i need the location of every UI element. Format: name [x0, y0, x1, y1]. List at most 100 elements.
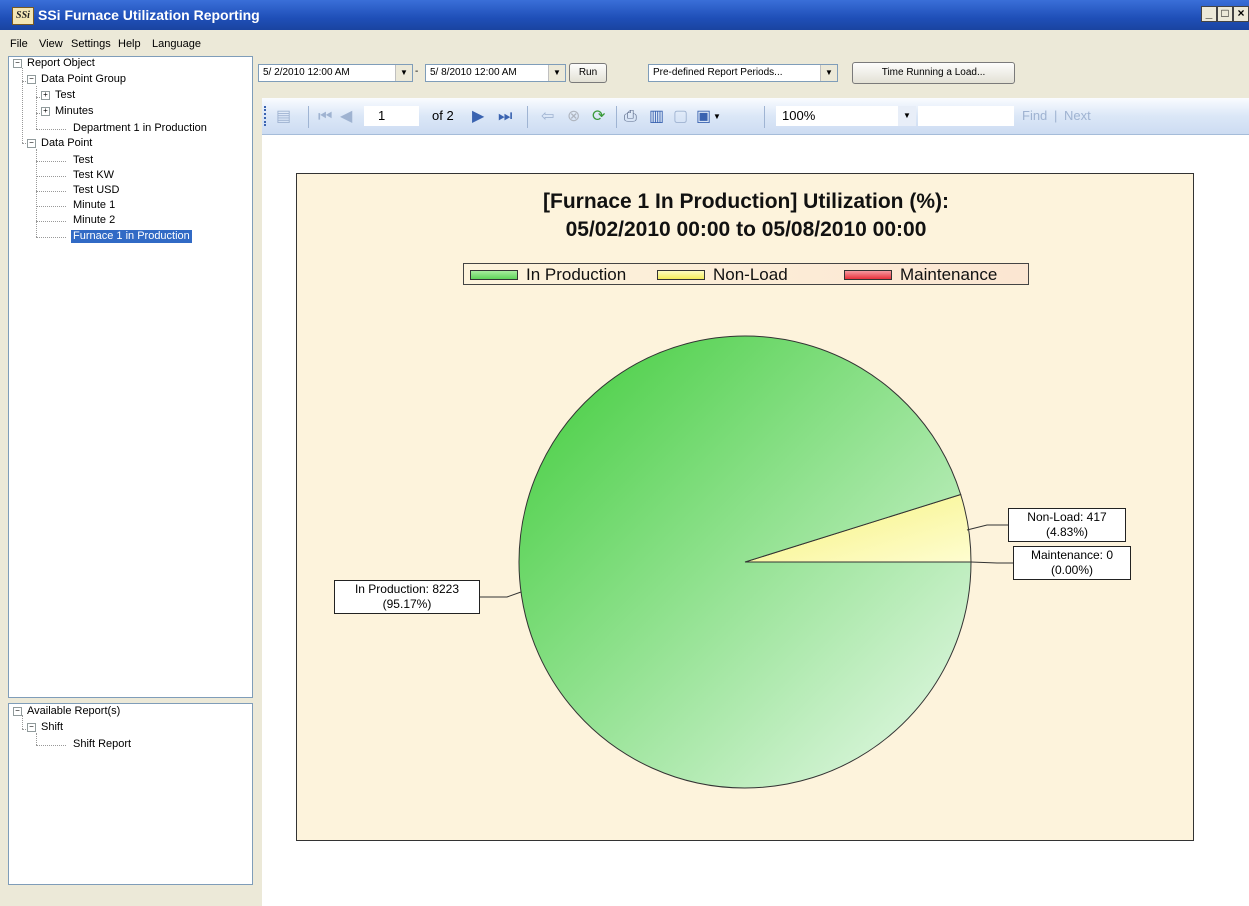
- find-separator: |: [1054, 108, 1058, 123]
- tree-connector: [36, 221, 66, 222]
- time-running-load-button[interactable]: Time Running a Load...: [852, 62, 1015, 84]
- end-date-value: 5/ 8/2010 12:00 AM: [430, 67, 517, 78]
- title-bar: SSi SSi Furnace Utilization Reporting _ …: [0, 0, 1249, 30]
- pane-splitter[interactable]: [253, 54, 261, 906]
- report-period-select[interactable]: Pre-defined Report Periods... ▼: [648, 64, 838, 82]
- callout-maintenance: Maintenance: 0 (0.00%): [1013, 546, 1131, 580]
- tree-connector: [36, 129, 66, 130]
- report-object-tree[interactable]: − Report Object − Data Point Group + Tes…: [8, 56, 253, 698]
- callout-non-load-value: Non-Load: 417: [1027, 510, 1107, 524]
- status-strip: [0, 886, 262, 906]
- next-page-icon[interactable]: ▶: [472, 108, 484, 126]
- tree-node-test[interactable]: Test: [73, 154, 93, 167]
- dropdown-arrow-icon[interactable]: ▼: [548, 65, 565, 81]
- chevron-down-icon[interactable]: ▼: [898, 106, 916, 126]
- window-title: SSi Furnace Utilization Reporting: [38, 7, 260, 23]
- callout-non-load-percent: (4.83%): [1045, 525, 1089, 539]
- menu-file[interactable]: File: [10, 38, 28, 50]
- available-reports-tree[interactable]: − Available Report(s) − Shift Shift Repo…: [8, 703, 253, 885]
- tree-node-available-reports[interactable]: Available Report(s): [27, 705, 120, 718]
- tree-connector: [36, 191, 66, 192]
- tree-node-department-1[interactable]: Department 1 in Production: [73, 122, 207, 135]
- find-link[interactable]: Find: [1022, 108, 1047, 123]
- refresh-icon[interactable]: ⟳: [592, 108, 605, 126]
- dropdown-arrow-icon[interactable]: ▼: [395, 65, 412, 81]
- tree-node-test-kw[interactable]: Test KW: [73, 169, 114, 182]
- page-number-input[interactable]: 1: [364, 106, 419, 126]
- tree-node-test-usd[interactable]: Test USD: [73, 184, 119, 197]
- tree-connector: [36, 149, 37, 237]
- export-dropdown-icon[interactable]: ▼: [713, 112, 721, 121]
- zoom-select[interactable]: 100% ▼: [776, 106, 916, 126]
- end-date-picker[interactable]: 5/ 8/2010 12:00 AM ▼: [425, 64, 566, 82]
- tree-node-minute-1[interactable]: Minute 1: [73, 199, 115, 212]
- tree-node-data-point[interactable]: Data Point: [41, 137, 92, 150]
- document-map-icon[interactable]: ▤: [276, 108, 291, 126]
- tree-connector: [36, 733, 37, 745]
- tree-node-shift-report[interactable]: Shift Report: [73, 738, 131, 751]
- page-setup-icon[interactable]: ▢: [673, 108, 688, 126]
- collapse-icon[interactable]: −: [27, 75, 36, 84]
- back-icon[interactable]: ⇦: [541, 108, 554, 126]
- collapse-icon[interactable]: −: [27, 139, 36, 148]
- callout-non-load: Non-Load: 417 (4.83%): [1008, 508, 1126, 542]
- tree-connector: [36, 86, 37, 129]
- tree-connector: [36, 176, 66, 177]
- dropdown-arrow-icon[interactable]: ▼: [820, 65, 837, 81]
- toolbar-grip[interactable]: [264, 106, 269, 126]
- leader-line-non-load: [966, 524, 1008, 531]
- toolbar-separator: [616, 106, 617, 128]
- collapse-icon[interactable]: −: [13, 707, 22, 716]
- last-page-icon[interactable]: ⏭: [498, 108, 512, 126]
- tree-node-furnace-1-selected[interactable]: Furnace 1 in Production: [71, 230, 192, 243]
- print-layout-icon[interactable]: ▥: [649, 108, 664, 126]
- page-count: of 2: [432, 108, 454, 123]
- print-icon[interactable]: ⎙: [624, 108, 637, 126]
- zoom-value: 100%: [782, 108, 816, 123]
- callout-maintenance-percent: (0.00%): [1050, 563, 1094, 577]
- toolbar-separator: [764, 106, 765, 128]
- collapse-icon[interactable]: −: [13, 59, 22, 68]
- tree-connector: [36, 161, 66, 162]
- find-text-input[interactable]: [918, 106, 1014, 126]
- menu-bar: File View Settings Help Language: [0, 30, 1249, 54]
- tree-node-shift[interactable]: Shift: [41, 721, 63, 734]
- run-button[interactable]: Run: [569, 63, 607, 83]
- tree-node-report-object[interactable]: Report Object: [27, 57, 95, 70]
- tree-node-minutes-group[interactable]: Minutes: [55, 105, 94, 118]
- tree-node-minute-2[interactable]: Minute 2: [73, 214, 115, 227]
- previous-page-icon[interactable]: ◀: [340, 108, 352, 126]
- tree-connector: [36, 237, 66, 238]
- tree-connector: [36, 206, 66, 207]
- start-date-picker[interactable]: 5/ 2/2010 12:00 AM ▼: [258, 64, 413, 82]
- expand-icon[interactable]: +: [41, 107, 50, 116]
- report-viewer-toolbar: ▤ ⏮ ◀ 1 of 2 ▶ ⏭ ⇦ ⊗ ⟳ ⎙ ▥ ▢ ▣ ▼ 100% ▼ …: [262, 98, 1249, 135]
- report-period-value: Pre-defined Report Periods...: [653, 67, 783, 78]
- stop-icon[interactable]: ⊗: [567, 108, 580, 126]
- toolbar-separator: [308, 106, 309, 128]
- leader-line-maintenance: [970, 561, 1013, 564]
- next-link[interactable]: Next: [1064, 108, 1091, 123]
- callout-maintenance-value: Maintenance: 0: [1030, 548, 1114, 562]
- menu-language[interactable]: Language: [152, 38, 201, 50]
- maximize-button[interactable]: □: [1217, 6, 1233, 22]
- date-range-separator: -: [415, 66, 419, 77]
- pie-slice-in-production: [518, 335, 972, 789]
- callout-in-production-value: In Production: 8223: [354, 582, 460, 596]
- tree-node-test-group[interactable]: Test: [55, 89, 75, 102]
- chart-frame: [Furnace 1 In Production] Utilization (%…: [296, 173, 1194, 841]
- first-page-icon[interactable]: ⏮: [318, 108, 332, 126]
- tree-connector: [22, 68, 23, 143]
- minimize-button[interactable]: _: [1201, 6, 1217, 22]
- menu-settings[interactable]: Settings: [71, 38, 111, 50]
- tree-node-data-point-group[interactable]: Data Point Group: [41, 73, 126, 86]
- menu-view[interactable]: View: [39, 38, 63, 50]
- collapse-icon[interactable]: −: [27, 723, 36, 732]
- menu-help[interactable]: Help: [118, 38, 141, 50]
- save-icon[interactable]: ▣: [696, 108, 711, 126]
- toolbar-separator: [527, 106, 528, 128]
- close-button[interactable]: ×: [1233, 6, 1249, 22]
- app-logo-icon: SSi: [12, 7, 34, 25]
- expand-icon[interactable]: +: [41, 91, 50, 100]
- callout-in-production: In Production: 8223 (95.17%): [334, 580, 480, 614]
